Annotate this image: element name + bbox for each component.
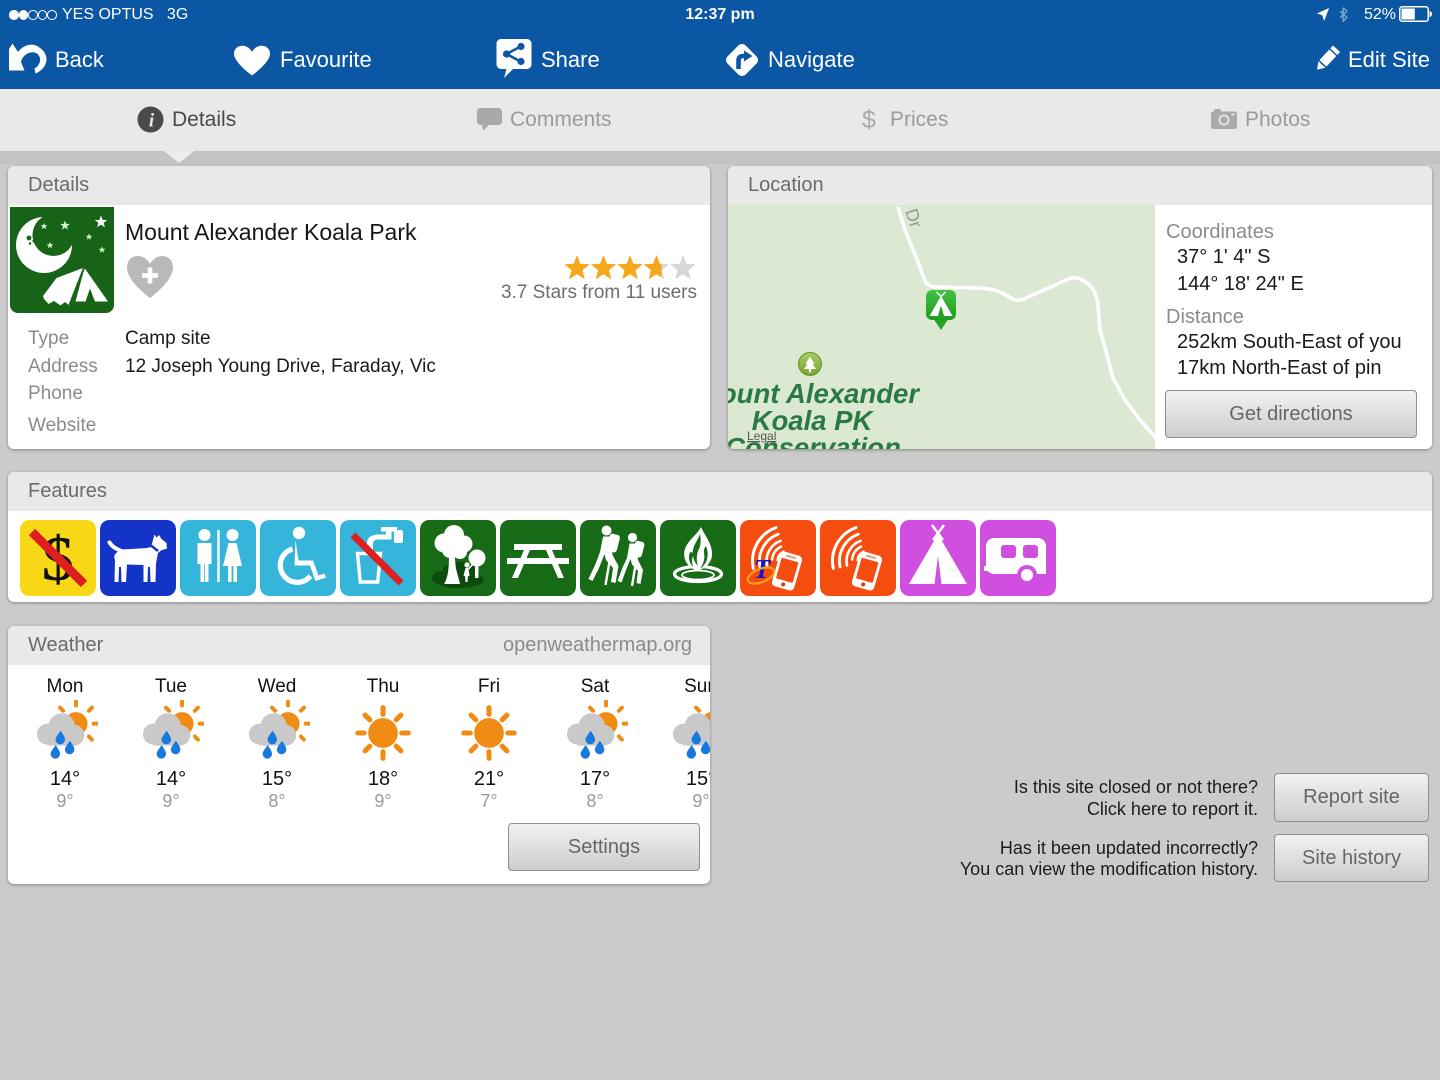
svg-text:Legal: Legal — [747, 429, 776, 443]
svg-text:i: i — [149, 111, 155, 132]
